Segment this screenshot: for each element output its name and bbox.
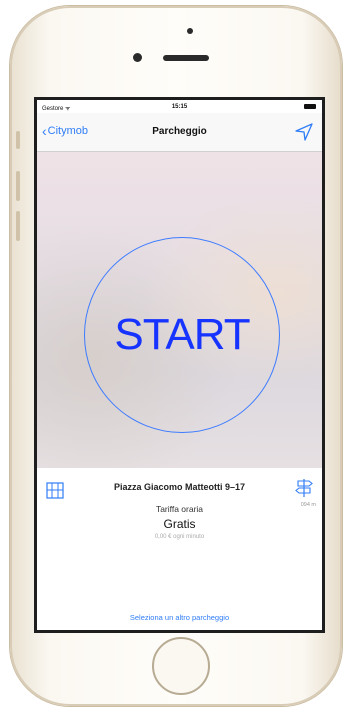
back-label: Citymob <box>47 125 89 137</box>
location-arrow-icon[interactable] <box>294 122 314 142</box>
chevron-left-icon: ‹ <box>42 122 47 139</box>
rate-value: Gratis <box>163 517 196 531</box>
carrier-label: Gestore ᯤ <box>42 106 71 112</box>
battery-icon <box>304 104 316 109</box>
select-other-parking-link[interactable]: Seleziona un altro parcheggio <box>37 613 322 622</box>
phone-screen: Gestore ᯤ 15:15 ‹ Citymob Parcheggio STA… <box>34 97 325 633</box>
mute-switch <box>16 131 20 149</box>
home-button[interactable] <box>152 637 210 695</box>
parking-address: Piazza Giacomo Matteotti 9–17 <box>113 482 246 492</box>
front-camera <box>133 53 142 62</box>
hero-background: START <box>37 152 322 468</box>
rate-detail: 0,00 € ogni minuto <box>154 534 205 540</box>
volume-down-button <box>16 211 20 241</box>
directions-icon[interactable] <box>295 478 313 498</box>
navigation-bar: ‹ Citymob Parcheggio <box>37 113 322 152</box>
back-button[interactable]: ‹ Citymob <box>42 122 89 139</box>
parking-info-panel: Piazza Giacomo Matteotti 9–17 094 m Tari… <box>37 468 322 630</box>
earpiece-speaker <box>163 55 209 61</box>
volume-up-button <box>16 171 20 201</box>
page-title: Parcheggio <box>152 126 207 137</box>
status-time: 15:15 <box>171 104 188 110</box>
status-bar: Gestore ᯤ 15:15 <box>37 100 322 113</box>
proximity-sensor <box>187 28 193 34</box>
start-button[interactable]: START <box>84 237 280 433</box>
rate-label: Tariffa oraria <box>155 504 204 514</box>
